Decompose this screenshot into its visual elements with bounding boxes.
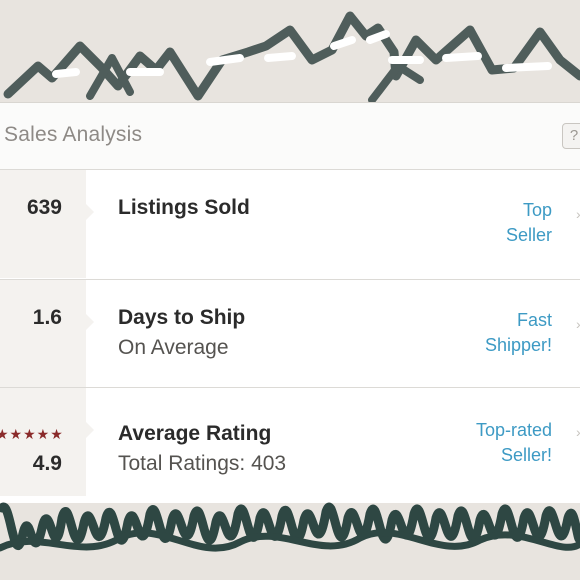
badge-line-2: Shipper! — [484, 335, 552, 355]
total-ratings-sublabel: Total Ratings: 403 — [118, 452, 287, 475]
badge-line-1: Top-rated — [475, 420, 552, 440]
chevron-right-icon: › — [576, 424, 580, 454]
badge-line-2: Seller! — [500, 445, 552, 465]
top-rated-seller-badge[interactable]: Top-rated Seller! — [476, 418, 552, 468]
badge-line-1: Top — [522, 200, 552, 220]
stat-column: 639 — [0, 170, 94, 278]
average-rating-label: Average Rating — [118, 422, 272, 445]
top-seller-badge[interactable]: Top Seller — [506, 198, 552, 248]
stat-row-days-to-ship: 1.6 Days to Ship On Average Fast Shipper… — [0, 279, 580, 388]
stat-row-listings-sold: 639 Listings Sold Top Seller › — [0, 170, 580, 278]
stat-column: 1.6 — [0, 280, 94, 388]
mountain-doodle — [3, 11, 580, 104]
days-to-ship-sublabel: On Average — [118, 336, 229, 359]
fast-shipper-badge[interactable]: Fast Shipper! — [485, 308, 552, 358]
star-rating-icon: ★★★★★ — [0, 426, 64, 442]
average-rating-value: 4.9 — [32, 452, 62, 475]
listings-sold-value: 639 — [26, 196, 62, 219]
scribble-doodle — [0, 502, 580, 552]
chevron-right-icon: › — [576, 316, 580, 346]
chevron-right-icon: › — [576, 206, 580, 236]
help-button[interactable]: ? — [562, 123, 580, 149]
sales-analysis-card: Sales Analysis ? 639 Listings Sold Top S… — [0, 102, 580, 503]
card-header: Sales Analysis ? — [0, 103, 580, 170]
badge-line-1: Fast — [516, 310, 552, 330]
page-title: Sales Analysis — [4, 123, 143, 146]
badge-line-2: Seller — [505, 225, 552, 245]
days-to-ship-label: Days to Ship — [118, 306, 246, 329]
days-to-ship-value: 1.6 — [32, 306, 62, 329]
listings-sold-label: Listings Sold — [118, 196, 250, 219]
